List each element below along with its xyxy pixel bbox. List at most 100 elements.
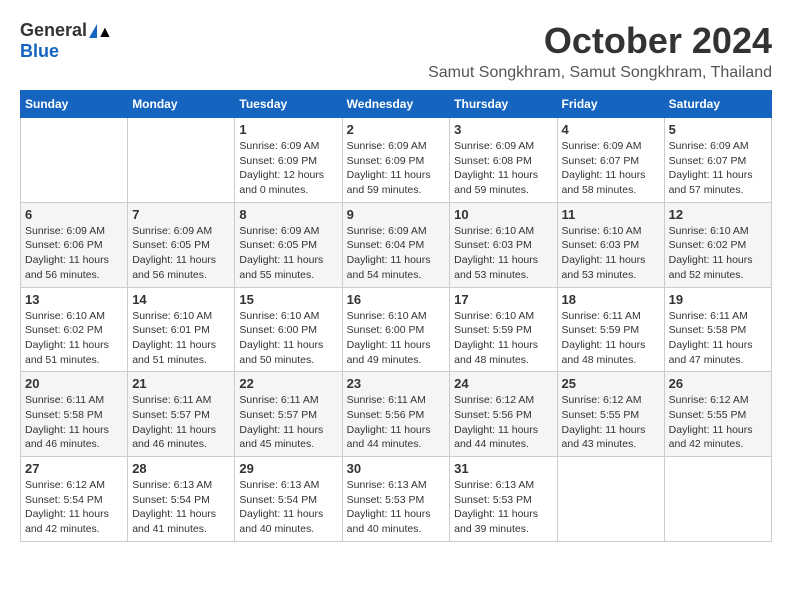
calendar-cell	[21, 118, 128, 203]
day-number: 9	[347, 207, 446, 222]
calendar-cell	[664, 457, 771, 542]
page-header: General ▲ Blue October 2024 Samut Songkh…	[20, 20, 772, 82]
column-header-wednesday: Wednesday	[342, 91, 450, 118]
calendar-cell	[128, 118, 235, 203]
calendar-week-4: 20 Sunrise: 6:11 AM Sunset: 5:58 PM Dayli…	[21, 372, 772, 457]
day-info: Sunrise: 6:09 AM Sunset: 6:05 PM Dayligh…	[132, 224, 230, 283]
day-number: 26	[669, 376, 767, 391]
day-info: Sunrise: 6:12 AM Sunset: 5:55 PM Dayligh…	[669, 393, 767, 452]
day-info: Sunrise: 6:10 AM Sunset: 5:59 PM Dayligh…	[454, 309, 552, 368]
day-number: 23	[347, 376, 446, 391]
calendar-cell: 3 Sunrise: 6:09 AM Sunset: 6:08 PM Daylig…	[450, 118, 557, 203]
day-info: Sunrise: 6:12 AM Sunset: 5:56 PM Dayligh…	[454, 393, 552, 452]
day-info: Sunrise: 6:11 AM Sunset: 5:57 PM Dayligh…	[239, 393, 337, 452]
calendar-cell: 25 Sunrise: 6:12 AM Sunset: 5:55 PM Dayli…	[557, 372, 664, 457]
day-info: Sunrise: 6:10 AM Sunset: 6:00 PM Dayligh…	[239, 309, 337, 368]
calendar-week-2: 6 Sunrise: 6:09 AM Sunset: 6:06 PM Daylig…	[21, 202, 772, 287]
day-number: 13	[25, 292, 123, 307]
day-info: Sunrise: 6:11 AM Sunset: 5:57 PM Dayligh…	[132, 393, 230, 452]
day-info: Sunrise: 6:10 AM Sunset: 6:01 PM Dayligh…	[132, 309, 230, 368]
day-info: Sunrise: 6:10 AM Sunset: 6:02 PM Dayligh…	[25, 309, 123, 368]
day-number: 30	[347, 461, 446, 476]
day-number: 16	[347, 292, 446, 307]
calendar-cell: 8Sunrise: 6:09 AM Sunset: 6:05 PM Daylig…	[235, 202, 342, 287]
calendar-cell: 16 Sunrise: 6:10 AM Sunset: 6:00 PM Dayli…	[342, 287, 450, 372]
day-info: Sunrise: 6:09 AM Sunset: 6:09 PM Dayligh…	[239, 139, 337, 198]
day-number: 11	[562, 207, 660, 222]
calendar-week-5: 27Sunrise: 6:12 AM Sunset: 5:54 PM Dayli…	[21, 457, 772, 542]
day-number: 1	[239, 122, 337, 137]
day-number: 2	[347, 122, 446, 137]
calendar-cell: 13 Sunrise: 6:10 AM Sunset: 6:02 PM Dayli…	[21, 287, 128, 372]
calendar-cell: 24 Sunrise: 6:12 AM Sunset: 5:56 PM Dayli…	[450, 372, 557, 457]
calendar-cell: 18 Sunrise: 6:11 AM Sunset: 5:59 PM Dayli…	[557, 287, 664, 372]
day-number: 27	[25, 461, 123, 476]
calendar-cell: 26 Sunrise: 6:12 AM Sunset: 5:55 PM Dayli…	[664, 372, 771, 457]
calendar-cell: 27Sunrise: 6:12 AM Sunset: 5:54 PM Dayli…	[21, 457, 128, 542]
month-title: October 2024	[428, 20, 772, 62]
day-number: 4	[562, 122, 660, 137]
day-info: Sunrise: 6:12 AM Sunset: 5:55 PM Dayligh…	[562, 393, 660, 452]
calendar-cell: 23Sunrise: 6:11 AM Sunset: 5:56 PM Dayli…	[342, 372, 450, 457]
day-number: 17	[454, 292, 552, 307]
day-info: Sunrise: 6:11 AM Sunset: 5:58 PM Dayligh…	[669, 309, 767, 368]
column-header-friday: Friday	[557, 91, 664, 118]
day-number: 20	[25, 376, 123, 391]
logo-general-text: General	[20, 20, 87, 41]
day-number: 28	[132, 461, 230, 476]
day-info: Sunrise: 6:11 AM Sunset: 5:58 PM Dayligh…	[25, 393, 123, 452]
day-number: 8	[239, 207, 337, 222]
column-header-monday: Monday	[128, 91, 235, 118]
location-title: Samut Songkhram, Samut Songkhram, Thaila…	[428, 64, 772, 82]
calendar-header-row: SundayMondayTuesdayWednesdayThursdayFrid…	[21, 91, 772, 118]
day-info: Sunrise: 6:10 AM Sunset: 6:03 PM Dayligh…	[454, 224, 552, 283]
calendar-cell: 9 Sunrise: 6:09 AM Sunset: 6:04 PM Daylig…	[342, 202, 450, 287]
calendar-cell: 17 Sunrise: 6:10 AM Sunset: 5:59 PM Dayli…	[450, 287, 557, 372]
calendar-week-1: 1 Sunrise: 6:09 AM Sunset: 6:09 PM Daylig…	[21, 118, 772, 203]
day-number: 10	[454, 207, 552, 222]
day-number: 6	[25, 207, 123, 222]
day-number: 5	[669, 122, 767, 137]
title-area: October 2024 Samut Songkhram, Samut Song…	[428, 20, 772, 82]
day-info: Sunrise: 6:09 AM Sunset: 6:07 PM Dayligh…	[562, 139, 660, 198]
day-number: 12	[669, 207, 767, 222]
day-info: Sunrise: 6:11 AM Sunset: 5:59 PM Dayligh…	[562, 309, 660, 368]
day-info: Sunrise: 6:13 AM Sunset: 5:54 PM Dayligh…	[239, 478, 337, 537]
day-info: Sunrise: 6:09 AM Sunset: 6:09 PM Dayligh…	[347, 139, 446, 198]
column-header-saturday: Saturday	[664, 91, 771, 118]
column-header-sunday: Sunday	[21, 91, 128, 118]
day-info: Sunrise: 6:13 AM Sunset: 5:53 PM Dayligh…	[454, 478, 552, 537]
calendar-cell: 29Sunrise: 6:13 AM Sunset: 5:54 PM Dayli…	[235, 457, 342, 542]
calendar-week-3: 13 Sunrise: 6:10 AM Sunset: 6:02 PM Dayli…	[21, 287, 772, 372]
day-number: 31	[454, 461, 552, 476]
calendar-cell	[557, 457, 664, 542]
logo-icon: ▲	[89, 24, 97, 38]
calendar-cell: 1 Sunrise: 6:09 AM Sunset: 6:09 PM Daylig…	[235, 118, 342, 203]
day-info: Sunrise: 6:13 AM Sunset: 5:53 PM Dayligh…	[347, 478, 446, 537]
column-header-thursday: Thursday	[450, 91, 557, 118]
day-number: 21	[132, 376, 230, 391]
calendar-cell: 6 Sunrise: 6:09 AM Sunset: 6:06 PM Daylig…	[21, 202, 128, 287]
calendar-cell: 12 Sunrise: 6:10 AM Sunset: 6:02 PM Dayli…	[664, 202, 771, 287]
day-info: Sunrise: 6:13 AM Sunset: 5:54 PM Dayligh…	[132, 478, 230, 537]
calendar-cell: 2 Sunrise: 6:09 AM Sunset: 6:09 PM Daylig…	[342, 118, 450, 203]
day-number: 3	[454, 122, 552, 137]
calendar-cell: 28 Sunrise: 6:13 AM Sunset: 5:54 PM Dayli…	[128, 457, 235, 542]
day-info: Sunrise: 6:09 AM Sunset: 6:08 PM Dayligh…	[454, 139, 552, 198]
calendar-cell: 11Sunrise: 6:10 AM Sunset: 6:03 PM Dayli…	[557, 202, 664, 287]
calendar-table: SundayMondayTuesdayWednesdayThursdayFrid…	[20, 90, 772, 542]
calendar-cell: 10 Sunrise: 6:10 AM Sunset: 6:03 PM Dayli…	[450, 202, 557, 287]
calendar-cell: 22Sunrise: 6:11 AM Sunset: 5:57 PM Dayli…	[235, 372, 342, 457]
calendar-cell: 15Sunrise: 6:10 AM Sunset: 6:00 PM Dayli…	[235, 287, 342, 372]
calendar-cell: 30 Sunrise: 6:13 AM Sunset: 5:53 PM Dayli…	[342, 457, 450, 542]
day-info: Sunrise: 6:09 AM Sunset: 6:06 PM Dayligh…	[25, 224, 123, 283]
calendar-cell: 7 Sunrise: 6:09 AM Sunset: 6:05 PM Daylig…	[128, 202, 235, 287]
day-number: 25	[562, 376, 660, 391]
calendar-cell: 14Sunrise: 6:10 AM Sunset: 6:01 PM Dayli…	[128, 287, 235, 372]
day-number: 7	[132, 207, 230, 222]
day-info: Sunrise: 6:10 AM Sunset: 6:00 PM Dayligh…	[347, 309, 446, 368]
day-number: 24	[454, 376, 552, 391]
day-number: 18	[562, 292, 660, 307]
day-info: Sunrise: 6:09 AM Sunset: 6:04 PM Dayligh…	[347, 224, 446, 283]
day-info: Sunrise: 6:10 AM Sunset: 6:02 PM Dayligh…	[669, 224, 767, 283]
